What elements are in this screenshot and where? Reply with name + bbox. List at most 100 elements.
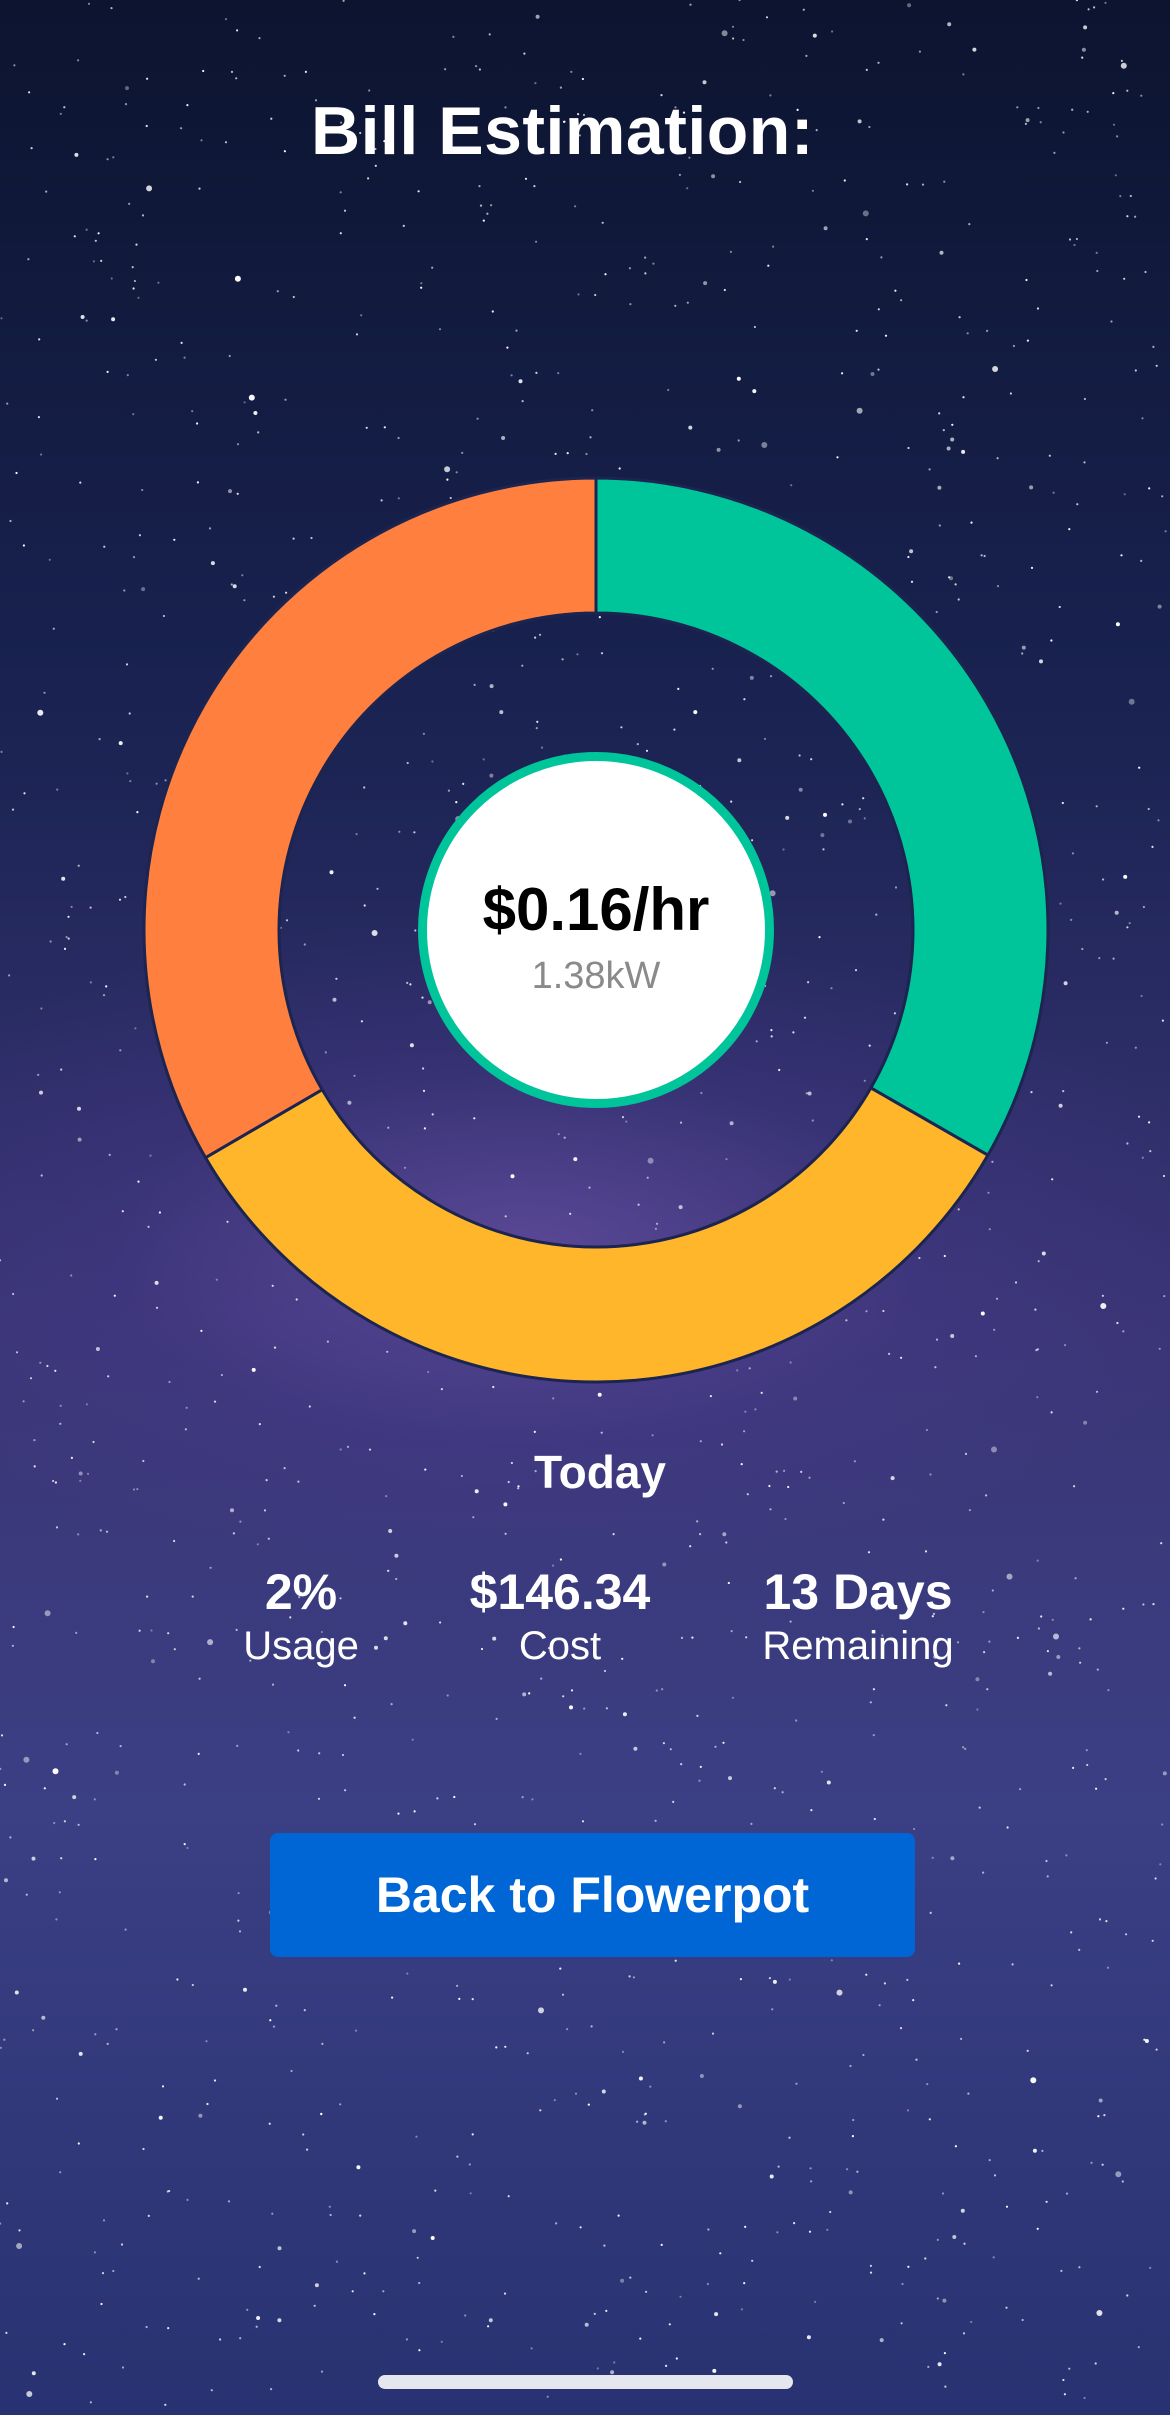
star — [810, 2180, 813, 2183]
star — [1046, 1650, 1049, 1653]
star — [952, 2235, 957, 2239]
star — [16, 2243, 23, 2249]
star — [464, 2314, 467, 2317]
star — [65, 1743, 68, 1746]
star — [268, 2122, 271, 2125]
star — [878, 2004, 881, 2007]
star — [628, 1975, 631, 1978]
star — [707, 2228, 710, 2231]
star — [471, 2133, 474, 2136]
star — [769, 1508, 772, 1511]
star — [5, 2331, 8, 2334]
star — [1048, 1671, 1053, 1676]
star — [1096, 1668, 1099, 1671]
star — [1045, 2200, 1048, 2203]
star — [164, 2403, 167, 2406]
star — [267, 1537, 270, 1540]
star — [680, 1763, 683, 1766]
star — [237, 1892, 240, 1895]
star — [960, 2037, 963, 2040]
star — [1070, 1931, 1073, 1934]
star — [601, 2089, 606, 2094]
star — [12, 1625, 15, 1629]
star — [1162, 1771, 1167, 1776]
donut-segment-1 — [203, 1085, 990, 1384]
star — [1045, 1859, 1048, 1863]
star — [1078, 2266, 1081, 2269]
star — [612, 1533, 615, 1536]
star — [256, 2316, 261, 2320]
star — [436, 1797, 439, 1800]
star — [1090, 2161, 1093, 2164]
star — [664, 2120, 667, 2123]
star — [158, 2115, 163, 2120]
star — [302, 2133, 305, 2136]
star — [394, 1553, 399, 1558]
star — [405, 2338, 408, 2341]
star — [359, 2214, 362, 2217]
star — [406, 1972, 409, 1975]
star — [722, 1741, 725, 1744]
star — [873, 1817, 876, 1821]
star — [119, 1745, 122, 1748]
star — [1019, 1788, 1022, 1791]
star — [856, 2170, 859, 2173]
star — [354, 2029, 358, 2032]
star — [809, 2167, 812, 2170]
star — [531, 1798, 534, 1801]
star — [269, 2019, 272, 2022]
star — [743, 2282, 746, 2285]
star — [1078, 1948, 1081, 1951]
star — [382, 2290, 385, 2293]
star — [719, 2252, 722, 2255]
star — [1065, 2192, 1069, 2195]
star — [642, 2120, 647, 2125]
star — [954, 2145, 958, 2148]
star — [472, 1516, 475, 1519]
star — [842, 1501, 845, 1505]
star — [1021, 2318, 1024, 2322]
star — [388, 1529, 393, 1533]
star — [958, 1962, 961, 1965]
star — [672, 1800, 675, 1803]
home-indicator[interactable] — [378, 2375, 793, 2389]
star — [975, 1677, 980, 1682]
star — [26, 2391, 33, 2397]
star — [1030, 2077, 1037, 2084]
star — [776, 2231, 779, 2234]
star — [540, 1677, 543, 1680]
star — [750, 1822, 753, 1825]
star — [675, 2357, 678, 2360]
star — [581, 1820, 585, 1823]
stat-remaining-label: Remaining — [762, 1624, 954, 1668]
star — [1115, 2171, 1122, 2178]
star — [784, 1517, 787, 1521]
star — [246, 2308, 249, 2311]
star — [555, 2222, 558, 2225]
star — [290, 2069, 293, 2073]
star — [928, 2118, 931, 2121]
star — [353, 1716, 356, 1719]
star — [1041, 2149, 1044, 2152]
star — [988, 2159, 991, 2162]
star — [239, 2337, 242, 2340]
star — [976, 1708, 979, 1711]
star — [1056, 1655, 1061, 1659]
star — [826, 1780, 831, 1785]
star — [344, 1789, 347, 1792]
star — [272, 2025, 276, 2028]
star — [206, 2102, 209, 2106]
star — [1137, 2346, 1140, 2349]
star — [495, 1717, 498, 1720]
star — [44, 1610, 51, 1617]
star — [743, 1430, 746, 1433]
star — [1083, 2396, 1086, 2400]
star — [605, 2309, 608, 2312]
star — [941, 2192, 945, 2195]
star — [1122, 1607, 1125, 1610]
back-to-flowerpot-button[interactable]: Back to Flowerpot — [270, 1833, 915, 1957]
star — [906, 2109, 910, 2112]
star — [872, 1734, 875, 1737]
star — [232, 1532, 235, 1535]
star — [85, 1403, 88, 1406]
